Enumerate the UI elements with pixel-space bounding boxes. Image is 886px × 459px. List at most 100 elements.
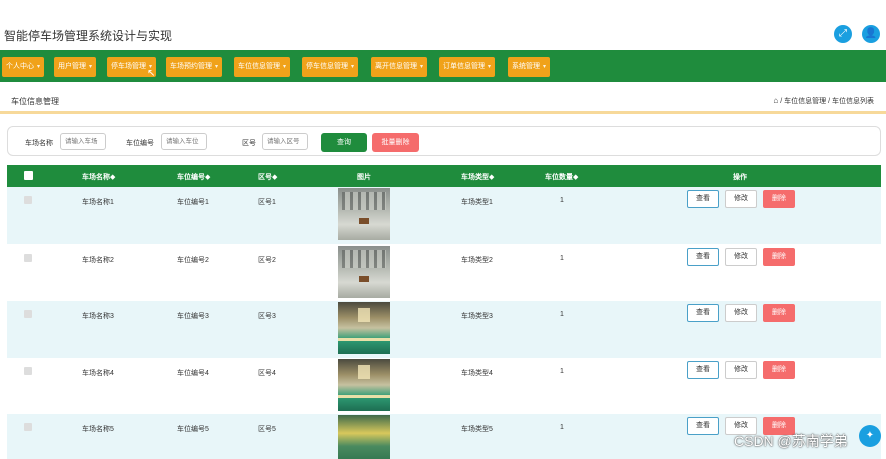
cell-zone: 区号4: [258, 370, 276, 377]
zone-input[interactable]: [262, 133, 308, 150]
cell-lot-type: 车场类型4: [461, 370, 493, 377]
chevron-down-icon: ▾: [543, 64, 547, 70]
view-button[interactable]: 查看: [687, 304, 719, 322]
cell-spot-count: 1: [560, 424, 564, 431]
cell-spot-count: 1: [560, 197, 564, 204]
edit-button[interactable]: 修改: [725, 304, 757, 322]
batch-delete-button[interactable]: 批量删除: [372, 133, 419, 152]
nav-item-parking-info[interactable]: 停车信息管理 ▾: [302, 57, 359, 77]
col-actions: 操作: [733, 174, 747, 181]
spot-image[interactable]: [338, 415, 390, 459]
spot-image[interactable]: [338, 302, 390, 354]
spot-no-input[interactable]: [161, 133, 207, 150]
cell-spot-no: 车位编号2: [177, 257, 209, 264]
table-row: 车场名称2 车位编号2 区号2 车场类型2 1 查看 修改 删除: [7, 245, 881, 302]
cell-lot-name: 车场名称2: [82, 257, 114, 264]
table-row: 车场名称1 车位编号1 区号1 车场类型1 1 查看 修改 删除: [7, 187, 881, 244]
lot-name-input[interactable]: [60, 133, 106, 150]
nav-item-personal-center[interactable]: 个人中心 ▾: [2, 57, 45, 77]
nav-item-users[interactable]: 用户管理 ▾: [54, 57, 97, 77]
cell-lot-type: 车场类型1: [461, 199, 493, 206]
nav-item-orders[interactable]: 订单信息管理 ▾: [439, 57, 496, 77]
chat-fab-icon[interactable]: ✦: [859, 425, 881, 447]
edit-button[interactable]: 修改: [725, 248, 757, 266]
search-panel: 车场名称 车位编号 区号 查询 批量删除: [7, 126, 881, 156]
chevron-down-icon: ▾: [420, 64, 424, 70]
spot-image[interactable]: [338, 359, 390, 411]
col-spot-no[interactable]: 车位编号◆: [177, 172, 210, 182]
zone-label: 区号: [242, 140, 256, 147]
chevron-down-icon: ▾: [283, 64, 287, 70]
breadcrumb: ⌂ / 车位信息管理 / 车位信息列表: [773, 96, 874, 106]
cell-zone: 区号5: [258, 426, 276, 433]
view-button[interactable]: 查看: [687, 248, 719, 266]
delete-button[interactable]: 删除: [763, 304, 795, 322]
search-button[interactable]: 查询: [321, 133, 367, 152]
table-row: 车场名称3 车位编号3 区号3 车场类型3 1 查看 修改 删除: [7, 301, 881, 358]
col-image: 图片: [357, 174, 371, 181]
nav-label: 停车信息管理: [306, 63, 348, 70]
cell-spot-count: 1: [560, 255, 564, 262]
nav-item-system[interactable]: 系统管理 ▾: [508, 57, 551, 77]
home-icon[interactable]: ⌂: [773, 96, 778, 105]
col-zone[interactable]: 区号◆: [258, 172, 277, 182]
cell-spot-count: 1: [560, 368, 564, 375]
nav-label: 个人中心: [6, 63, 34, 70]
row-checkbox[interactable]: [24, 196, 32, 204]
cell-lot-name: 车场名称4: [82, 370, 114, 377]
col-lot-type[interactable]: 车场类型◆: [461, 172, 494, 182]
view-button[interactable]: 查看: [687, 417, 719, 435]
cell-lot-name: 车场名称3: [82, 313, 114, 320]
spot-image[interactable]: [338, 246, 390, 298]
cell-lot-type: 车场类型3: [461, 313, 493, 320]
delete-button[interactable]: 删除: [763, 190, 795, 208]
delete-button[interactable]: 删除: [763, 361, 795, 379]
row-checkbox[interactable]: [24, 367, 32, 375]
row-checkbox[interactable]: [24, 423, 32, 431]
chevron-down-icon: ▾: [37, 64, 41, 70]
chevron-down-icon: ▾: [351, 64, 355, 70]
cell-spot-no: 车位编号3: [177, 313, 209, 320]
page-title: 车位信息管理: [11, 97, 59, 106]
view-button[interactable]: 查看: [687, 190, 719, 208]
select-all-checkbox[interactable]: [24, 171, 33, 180]
lot-name-label: 车场名称: [25, 140, 53, 147]
cell-spot-no: 车位编号1: [177, 199, 209, 206]
row-checkbox[interactable]: [24, 254, 32, 262]
cell-zone: 区号3: [258, 313, 276, 320]
table-header: 车场名称◆ 车位编号◆ 区号◆ 图片 车场类型◆ 车位数量◆ 操作: [7, 165, 881, 187]
nav-label: 系统管理: [512, 63, 540, 70]
row-checkbox[interactable]: [24, 310, 32, 318]
nav-label: 用户管理: [58, 63, 86, 70]
cell-spot-no: 车位编号5: [177, 426, 209, 433]
top-nav: 个人中心 ▾ 用户管理 ▾ 停车场管理 ▾ 车场预约管理 ▾ 车位信息管理 ▾ 停车信息管…: [0, 50, 886, 82]
app-title: 智能停车场管理系统设计与实现: [4, 29, 173, 43]
nav-item-departure-info[interactable]: 离开信息管理 ▾: [371, 57, 428, 77]
nav-label: 车场预约管理: [170, 63, 212, 70]
delete-button[interactable]: 删除: [763, 248, 795, 266]
col-spot-count[interactable]: 车位数量◆: [545, 172, 578, 182]
cell-lot-type: 车场类型5: [461, 426, 493, 433]
breadcrumb-path: / 车位信息管理 / 车位信息列表: [780, 98, 874, 105]
fullscreen-icon[interactable]: ⤢: [834, 25, 852, 43]
cell-lot-name: 车场名称1: [82, 199, 114, 206]
spot-image[interactable]: [338, 188, 390, 240]
user-icon[interactable]: 👤: [862, 25, 880, 43]
chevron-down-icon: ▾: [215, 64, 219, 70]
nav-item-reservations[interactable]: 车场预约管理 ▾: [166, 57, 223, 77]
nav-item-spot-info[interactable]: 车位信息管理 ▾: [234, 57, 291, 77]
edit-button[interactable]: 修改: [725, 361, 757, 379]
nav-label: 离开信息管理: [375, 63, 417, 70]
view-button[interactable]: 查看: [687, 361, 719, 379]
cell-zone: 区号2: [258, 257, 276, 264]
edit-button[interactable]: 修改: [725, 190, 757, 208]
nav-label: 订单信息管理: [443, 63, 485, 70]
chevron-down-icon: ▾: [488, 64, 492, 70]
cell-zone: 区号1: [258, 199, 276, 206]
watermark: CSDN @苏南学弟: [734, 433, 848, 449]
col-lot-name[interactable]: 车场名称◆: [82, 172, 115, 182]
spot-no-label: 车位编号: [126, 140, 154, 147]
cell-lot-type: 车场类型2: [461, 257, 493, 264]
app-root: 智能停车场管理系统设计与实现 ⤢ 👤 个人中心 ▾ 用户管理 ▾ 停车场管理 ▾ 车场…: [0, 0, 886, 459]
header: 智能停车场管理系统设计与实现 ⤢ 👤: [0, 0, 886, 50]
